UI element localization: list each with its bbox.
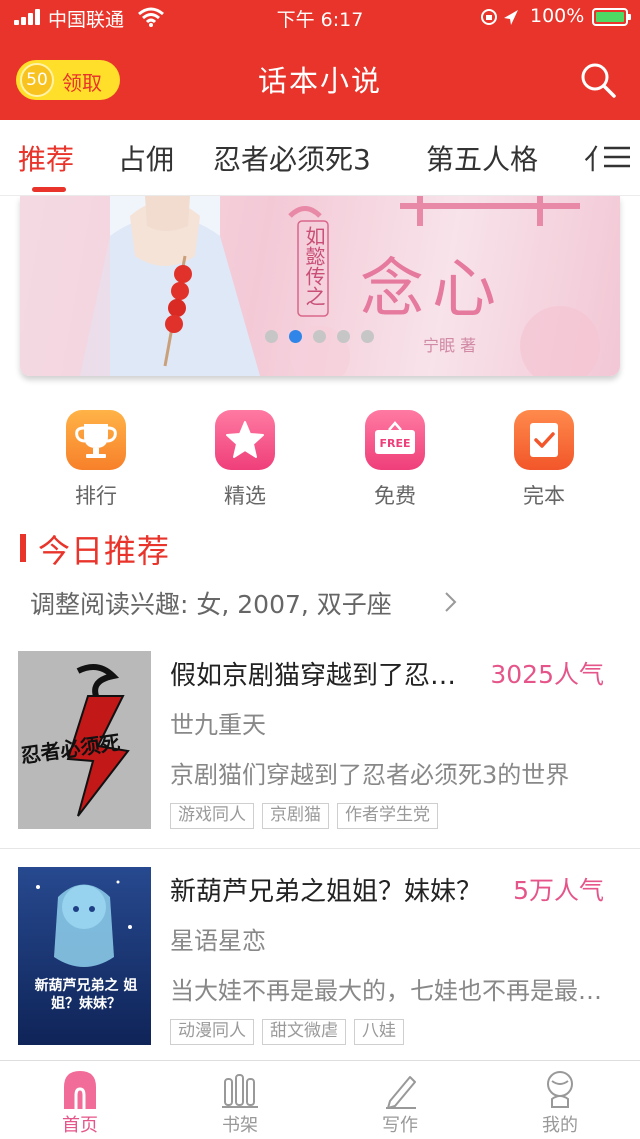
book-author: 星语星恋 (170, 927, 266, 955)
banner-title: 念心 (360, 253, 504, 327)
book-tag[interactable]: 游戏同人 (170, 803, 254, 829)
tab-zhanyong[interactable]: 占佣 (118, 138, 174, 178)
app-header: 中国联通 下午 6:17 100% 50 领取 话本小说 (0, 0, 640, 120)
cover-title: 新葫芦兄弟之 姐姐？妹妹？ (34, 978, 138, 1012)
star-icon (215, 410, 275, 470)
tab-ninja-must-die[interactable]: 忍者必须死3 (213, 138, 371, 178)
nav-label: 首页 (62, 1115, 98, 1136)
entry-featured[interactable]: 精选 (185, 410, 305, 510)
bookshelf-icon (222, 1074, 258, 1108)
nav-profile[interactable]: 我的 (480, 1061, 640, 1139)
book-description: 京剧猫们穿越到了忍者必须死3的世界 (170, 761, 570, 789)
list-divider (0, 848, 640, 849)
tab-recommend[interactable]: 推荐 (18, 138, 74, 178)
book-popularity: 3025人气 (490, 660, 604, 689)
entry-label: 精选 (224, 484, 266, 508)
search-icon[interactable] (578, 60, 618, 100)
active-tab-indicator (32, 187, 66, 192)
reading-interest-link[interactable]: 调整阅读兴趣: 女, 2007, 双子座 (30, 585, 392, 621)
nav-bookshelf[interactable]: 书架 (160, 1061, 320, 1139)
book-tags: 游戏同人 京剧猫 作者学生党 (170, 803, 446, 829)
book-tag[interactable]: 作者学生党 (337, 803, 438, 829)
complete-icon (514, 410, 574, 470)
bottom-navigation: 首页 书架 写作 我的 (0, 1060, 640, 1139)
nav-write[interactable]: 写作 (320, 1061, 480, 1139)
book-cover: 新葫芦兄弟之 姐姐？妹妹？ (18, 867, 151, 1045)
book-tags: 动漫同人 甜文微虐 八娃 (170, 1019, 412, 1045)
pagination-dot-active[interactable] (289, 330, 302, 343)
entry-completed[interactable]: 完本 (484, 410, 604, 510)
section-marker (20, 534, 26, 562)
free-icon: FREE (365, 410, 425, 470)
entry-free[interactable]: FREE 免费 (335, 410, 455, 510)
book-tag[interactable]: 八娃 (354, 1019, 404, 1045)
nav-label: 写作 (382, 1115, 418, 1136)
book-item[interactable]: 新葫芦兄弟之 姐姐？妹妹？ 新葫芦兄弟之姐姐？妹妹？ 5万人气 星语星恋 当大娃… (0, 867, 640, 1077)
book-tag[interactable]: 京剧猫 (262, 803, 329, 829)
home-icon (64, 1071, 96, 1109)
banner-pagination (265, 330, 385, 344)
menu-icon[interactable] (600, 142, 632, 172)
book-item[interactable]: 忍者必须死 假如京剧猫穿越到了忍者必须死3 3025人气 世九重天 京剧猫们穿越… (0, 651, 640, 861)
book-cover: 忍者必须死 (18, 651, 151, 829)
entry-ranking[interactable]: 排行 (36, 410, 156, 510)
svg-text:FREE: FREE (379, 437, 410, 450)
pagination-dot[interactable] (337, 330, 350, 343)
nav-label: 书架 (222, 1115, 258, 1136)
battery-icon (592, 8, 631, 26)
entry-label: 免费 (374, 484, 416, 508)
location-lock-icon (481, 9, 518, 25)
book-author: 世九重天 (170, 711, 266, 739)
chevron-right-icon[interactable] (442, 590, 458, 614)
banner-subtitle: 如懿传之 (302, 226, 326, 306)
profile-icon (547, 1071, 573, 1108)
book-title: 新葫芦兄弟之姐姐？妹妹？ (170, 877, 483, 907)
pagination-dot[interactable] (313, 330, 326, 343)
app-title: 话本小说 (257, 64, 382, 98)
battery-percent: 100% (530, 5, 585, 27)
book-tag[interactable]: 甜文微虐 (262, 1019, 346, 1045)
category-tabs: 推荐 占佣 忍者必须死3 第五人格 亻 (0, 120, 640, 196)
pen-icon (386, 1076, 416, 1109)
book-title: 假如京剧猫穿越到了忍者必须死3 (170, 661, 470, 691)
book-tag[interactable]: 动漫同人 (170, 1019, 254, 1045)
book-popularity: 5万人气 (513, 876, 604, 905)
entry-label: 完本 (523, 484, 565, 508)
book-description: 当大娃不再是最大的，七娃也不再是最小的 (170, 977, 615, 1005)
tab-identity-v[interactable]: 第五人格 (426, 138, 538, 178)
banner-author: 宁眠 著 (423, 336, 477, 355)
pagination-dot[interactable] (361, 330, 374, 343)
status-bar: 中国联通 下午 6:17 100% (0, 0, 640, 36)
nav-home[interactable]: 首页 (0, 1061, 160, 1139)
pagination-dot[interactable] (265, 330, 278, 343)
section-title: 今日推荐 (38, 532, 171, 570)
trophy-icon (66, 410, 126, 470)
promo-banner[interactable]: 如懿传之 念心 宁眠 著 (20, 196, 620, 376)
nav-label: 我的 (542, 1115, 578, 1136)
entry-label: 排行 (75, 484, 117, 508)
